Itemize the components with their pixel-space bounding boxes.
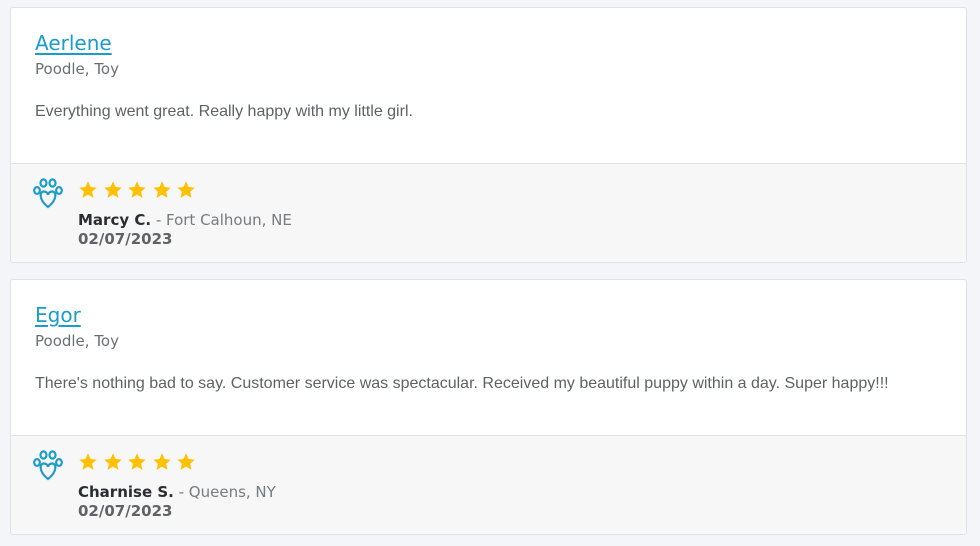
star-icon <box>128 181 146 198</box>
puppy-breed: Poodle, Toy <box>35 60 119 78</box>
puppy-name-link[interactable]: Egor <box>35 303 81 327</box>
reviewer-info: Charnise S. - Queens, NY <box>78 483 276 501</box>
star-icon <box>177 453 195 470</box>
review-date: 02/07/2023 <box>78 502 173 520</box>
star-icon <box>103 181 122 198</box>
review-text: There's nothing bad to say. Customer ser… <box>35 375 889 392</box>
review-date: 02/07/2023 <box>78 230 173 248</box>
reviewer-name: Marcy C. <box>78 211 152 229</box>
star-rating <box>78 452 196 472</box>
reviewer-location: - Queens, NY <box>173 483 276 501</box>
star-icon <box>152 453 171 470</box>
star-icon <box>128 453 146 470</box>
star-icon <box>177 181 195 198</box>
star-icon <box>79 181 97 198</box>
puppy-breed: Poodle, Toy <box>35 332 119 350</box>
star-rating <box>78 180 196 200</box>
review-body: Egor Poodle, Toy There's nothing bad to … <box>11 280 966 435</box>
review-footer: Charnise S. - Queens, NY 02/07/2023 <box>11 435 966 534</box>
review-footer: Marcy C. - Fort Calhoun, NE 02/07/2023 <box>11 163 966 262</box>
paw-heart-icon <box>33 450 63 481</box>
star-icon <box>103 453 122 470</box>
star-icon <box>79 453 97 470</box>
reviewer-name: Charnise S. <box>78 483 174 501</box>
review-card: Egor Poodle, Toy There's nothing bad to … <box>10 279 967 535</box>
paw-heart-icon <box>33 178 63 209</box>
review-body: Aerlene Poodle, Toy Everything went grea… <box>11 8 966 163</box>
star-icon <box>152 181 171 198</box>
reviewer-info: Marcy C. - Fort Calhoun, NE <box>78 211 292 229</box>
puppy-name-link[interactable]: Aerlene <box>35 31 112 55</box>
review-card: Aerlene Poodle, Toy Everything went grea… <box>10 7 967 263</box>
reviewer-location: - Fort Calhoun, NE <box>151 211 292 229</box>
review-text: Everything went great. Really happy with… <box>35 103 413 120</box>
